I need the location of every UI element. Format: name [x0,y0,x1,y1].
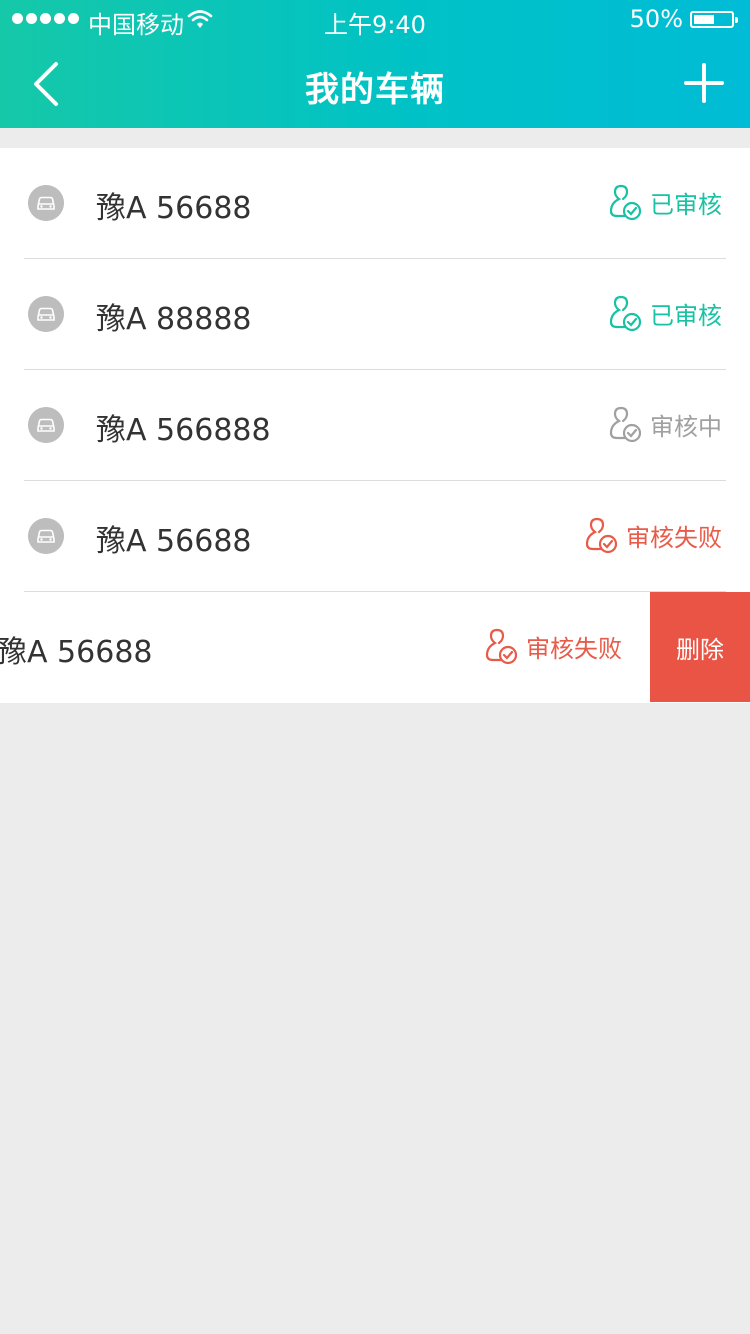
status-label: 已审核 [650,190,722,219]
status-badge: 审核失败 [484,627,622,665]
page-title: 我的车辆 [305,70,445,110]
header: 中国移动 上午9:40 50% 我的车辆 [0,0,750,128]
status-bar: 中国移动 上午9:40 50% [0,0,750,40]
status-badge: 已审核 [608,183,722,221]
list-item[interactable]: 豫A 88888 已审核 [0,259,750,370]
list-item[interactable]: 豫A 56688 审核失败 [0,481,750,592]
car-icon [28,185,64,221]
failed-icon [485,628,518,665]
approved-icon [609,295,642,332]
status-label: 审核失败 [626,523,722,552]
pending-icon [609,406,642,443]
list-item[interactable]: 豫A 56688 已审核 [0,148,750,259]
status-badge: 已审核 [608,294,722,332]
vehicle-list: 豫A 56688 已审核 豫A 88888 已审核 豫A 566888 审核中 … [0,148,750,703]
plate-number: 豫A 56688 [96,524,252,559]
battery-icon [690,11,738,28]
car-icon [28,407,64,443]
list-item[interactable]: 豫A 56688 审核失败 删除 [0,592,750,703]
failed-icon [585,517,618,554]
list-item[interactable]: 豫A 566888 审核中 [0,370,750,481]
plate-number: 豫A 56688 [0,635,153,670]
plate-number: 豫A 88888 [96,302,252,337]
approved-icon [609,184,642,221]
battery-percent: 50% [629,5,683,33]
delete-button[interactable]: 删除 [650,592,750,702]
status-label: 审核中 [650,412,722,441]
status-badge: 审核中 [608,405,722,443]
status-badge: 审核失败 [584,516,722,554]
plate-number: 豫A 56688 [96,191,252,226]
swiped-row-content[interactable]: 豫A 56688 审核失败 [0,592,650,703]
plate-number: 豫A 566888 [96,413,271,448]
status-label: 已审核 [650,301,722,330]
add-vehicle-button[interactable] [682,61,726,105]
status-label: 审核失败 [526,634,622,663]
car-icon [28,518,64,554]
car-icon [28,296,64,332]
